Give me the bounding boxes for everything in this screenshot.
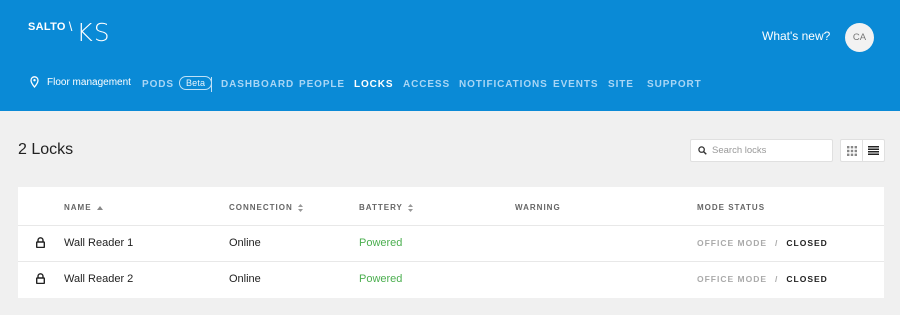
sort-icon [297,203,303,212]
connection-status: Online [229,273,261,285]
nav-item-events[interactable]: EVENTS [553,79,598,90]
top-header: SALTO \ KS What's new? CA Floor manageme… [0,0,900,111]
column-header-connection[interactable]: CONNECTION [229,203,303,212]
page-title: 2 Locks [18,141,74,158]
logo-salto-text: SALTO [28,21,66,33]
column-label-warning: WARNING [515,203,561,212]
logo-ks-text: KS [76,18,111,47]
nav-item-access[interactable]: ACCESS [403,79,450,90]
mode-status: OFFICE MODE / CLOSED [697,238,828,248]
nav-item-support[interactable]: SUPPORT [647,79,702,90]
sort-icon [407,203,413,212]
list-view-button[interactable] [862,140,884,161]
office-mode-label: OFFICE MODE [697,274,768,284]
locks-table: NAME CONNECTION BATTERY WARNING MODE STA… [18,187,884,298]
grid-view-button[interactable] [841,140,862,161]
grid-view-icon [846,145,857,156]
mode-status: OFFICE MODE / CLOSED [697,274,828,284]
lock-icon [36,273,45,284]
closed-label: CLOSED [786,238,828,248]
pods-label: PODS [142,78,174,90]
column-header-warning: WARNING [515,203,561,212]
column-header-mode-status: MODE STATUS [697,203,765,212]
table-row[interactable]: Wall Reader 1 Online Powered OFFICE MODE… [18,225,884,261]
whats-new-link[interactable]: What's new? [762,29,830,43]
search-box[interactable] [690,139,833,162]
view-toggle [840,139,885,162]
floor-management-label: Floor management [47,76,131,88]
column-header-name[interactable]: NAME [64,203,103,212]
nav-item-pods[interactable]: PODS Beta [142,76,213,91]
salto-ks-logo[interactable]: SALTO \ KS [28,18,111,48]
beta-badge: Beta [178,76,213,90]
location-pin-icon [30,76,39,88]
mode-separator: / [775,238,779,248]
closed-label: CLOSED [786,274,828,284]
nav-item-notifications[interactable]: NOTIFICATIONS [459,79,548,90]
list-view-icon [868,146,880,155]
column-label-battery: BATTERY [359,203,403,212]
battery-status: Powered [359,237,403,249]
lock-icon [36,237,45,248]
nav-item-locks[interactable]: LOCKS [354,79,394,90]
nav-item-dashboard[interactable]: DASHBOARD [221,79,294,90]
lock-name[interactable]: Wall Reader 1 [64,237,133,249]
search-input[interactable] [712,145,822,156]
mode-separator: / [775,274,779,284]
sort-asc-icon [96,205,103,210]
office-mode-label: OFFICE MODE [697,238,768,248]
column-label-mode-status: MODE STATUS [697,203,766,212]
search-icon [698,146,707,155]
battery-status: Powered [359,273,403,285]
lock-name[interactable]: Wall Reader 2 [64,273,133,285]
nav-item-site[interactable]: SITE [608,79,634,90]
connection-status: Online [229,237,261,249]
logo-slash: \ [68,19,73,34]
column-label-name: NAME [64,203,92,212]
nav-item-people[interactable]: PEOPLE [299,79,345,90]
column-header-battery[interactable]: BATTERY [359,203,413,212]
floor-management-link[interactable]: Floor management [30,76,131,88]
table-row[interactable]: Wall Reader 2 Online Powered OFFICE MODE… [18,261,884,297]
column-label-connection: CONNECTION [229,203,293,212]
main-nav: Floor management PODS Beta DASHBOARD PEO… [0,74,900,94]
user-avatar[interactable]: CA [845,23,874,52]
nav-divider [211,77,212,92]
